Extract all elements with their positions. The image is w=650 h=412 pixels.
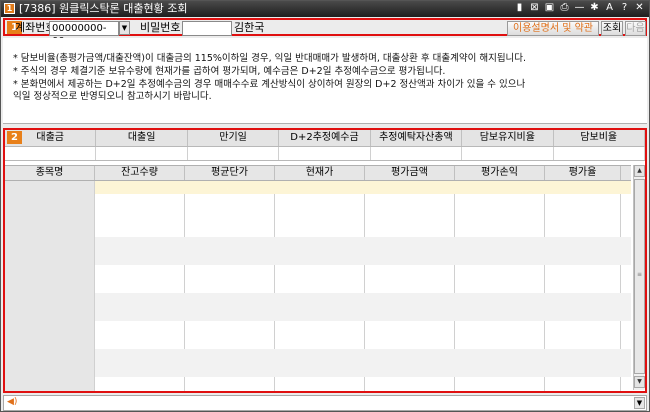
status-bar: ◀) ▼ xyxy=(3,395,647,411)
grid-body[interactable] xyxy=(5,181,631,391)
summary-header-row: 대출금 대출일 만기일 D+2추정예수금 추정예탁자산총액 담보유지비율 담보비… xyxy=(5,130,645,147)
loan-section: 대출금 대출일 만기일 D+2추정예수금 추정예탁자산총액 담보유지비율 담보비… xyxy=(3,128,647,393)
summary-header-maturity-date: 만기일 xyxy=(188,130,280,146)
note-line: * 본화면에서 제공하는 D+2일 추정예수금의 경우 매매수수료 계산방식이 … xyxy=(13,79,526,90)
grid-column xyxy=(275,181,365,391)
summary-value-d2-deposit xyxy=(279,147,371,160)
summary-header-maintenance-ratio: 담보유지비율 xyxy=(462,130,554,146)
minimize-icon[interactable]: — xyxy=(574,2,585,14)
grid-column xyxy=(185,181,275,391)
window-title: [7386] 원클릭스탁론 대출현황 조회 xyxy=(19,2,188,15)
grid-column xyxy=(95,181,185,391)
vertical-scrollbar[interactable]: ▲ ≡ ▼ xyxy=(633,165,645,390)
print-icon[interactable]: ⎙ xyxy=(559,2,570,14)
grid-column xyxy=(545,181,621,391)
account-section: 1 계좌번호 00000000-00 ▼ 비밀번호 김한국 이용설명서 및 약관… xyxy=(3,18,647,47)
summary-header-d2-deposit: D+2추정예수금 xyxy=(279,130,371,146)
summary-header-collateral-ratio: 담보비율 xyxy=(554,130,645,146)
password-input[interactable] xyxy=(182,21,232,36)
summary-header-loan-date: 대출일 xyxy=(96,130,188,146)
summary-value-maturity-date xyxy=(188,147,280,160)
note-line: 익일 정상적으로 반영되오니 참고하시기 바랍니다. xyxy=(13,91,212,102)
summary-value-estimated-assets xyxy=(371,147,463,160)
settings-icon[interactable]: ✱ xyxy=(589,2,600,14)
scroll-up-arrow-icon[interactable]: ▲ xyxy=(634,165,645,177)
summary-value-collateral-ratio xyxy=(554,147,645,160)
copy-icon[interactable]: ▣ xyxy=(544,2,555,14)
grid-header-eval-rate[interactable]: 평가율 xyxy=(545,166,621,180)
summary-value-loan-amount xyxy=(5,147,97,160)
grid-header-eval-pnl[interactable]: 평가손익 xyxy=(455,166,545,180)
link-icon[interactable]: ⊠ xyxy=(529,2,540,14)
holdings-grid[interactable]: 종목명 잔고수량 평균단가 현재가 평가금액 평가손익 평가율 xyxy=(5,165,631,391)
notes-panel: * 담보비율(총평가금액/대출잔액)이 대출금의 115%이하일 경우, 익일 … xyxy=(3,38,647,124)
grid-header-avg-price[interactable]: 평균단가 xyxy=(185,166,275,180)
help-icon[interactable]: ? xyxy=(619,2,630,14)
note-line: * 담보비율(총평가금액/대출잔액)이 대출금의 115%이하일 경우, 익일 … xyxy=(13,53,527,64)
grid-header-quantity[interactable]: 잔고수량 xyxy=(95,166,185,180)
grid-header-row: 종목명 잔고수량 평균단가 현재가 평가금액 평가손익 평가율 xyxy=(5,166,631,181)
password-label: 비밀번호 xyxy=(140,21,181,34)
scroll-down-arrow-icon[interactable]: ▼ xyxy=(634,376,645,388)
account-input[interactable]: 00000000-00 xyxy=(49,21,119,47)
grid-column xyxy=(365,181,455,391)
grid-header-eval-amount[interactable]: 평가금액 xyxy=(365,166,455,180)
speaker-icon[interactable]: ◀) xyxy=(7,397,17,407)
summary-header-estimated-assets: 추정예탁자산총액 xyxy=(371,130,463,146)
grid-column xyxy=(455,181,545,391)
pin-icon[interactable]: ▮ xyxy=(514,2,525,14)
title-bar-icons: ▮ ⊠ ▣ ⎙ — ✱ A ? ✕ xyxy=(514,2,645,16)
scroll-thumb[interactable]: ≡ xyxy=(634,179,645,374)
note-line: * 주식의 경우 체결기준 보유수량에 현재가를 곱하여 평가되며, 예수금은 … xyxy=(13,66,446,77)
account-dropdown-button[interactable]: ▼ xyxy=(119,21,130,35)
query-button[interactable]: 조회 xyxy=(601,21,623,36)
grid-header-current-price[interactable]: 현재가 xyxy=(275,166,365,180)
close-icon[interactable]: ✕ xyxy=(634,2,645,14)
customer-name: 김한국 xyxy=(234,21,265,34)
scroll-grip-icon: ≡ xyxy=(637,271,643,278)
grid-column-stock-name xyxy=(5,181,95,391)
font-icon[interactable]: A xyxy=(604,2,615,14)
status-dropdown-button[interactable]: ▼ xyxy=(634,397,645,409)
title-bar: 1 [7386] 원클릭스탁론 대출현황 조회 ▮ ⊠ ▣ ⎙ — ✱ A ? … xyxy=(1,1,649,17)
grid-header-stock-name[interactable]: 종목명 xyxy=(5,166,95,180)
next-button[interactable]: 다음 xyxy=(625,21,646,36)
section-2-badge: 2 xyxy=(7,131,22,144)
summary-value-loan-date xyxy=(96,147,188,160)
app-icon: 1 xyxy=(4,3,15,14)
summary-value-maintenance-ratio xyxy=(462,147,554,160)
terms-button[interactable]: 이용설명서 및 약관 xyxy=(507,21,599,36)
summary-value-row xyxy=(5,147,645,161)
app-window: 1 [7386] 원클릭스탁론 대출현황 조회 ▮ ⊠ ▣ ⎙ — ✱ A ? … xyxy=(0,0,650,412)
